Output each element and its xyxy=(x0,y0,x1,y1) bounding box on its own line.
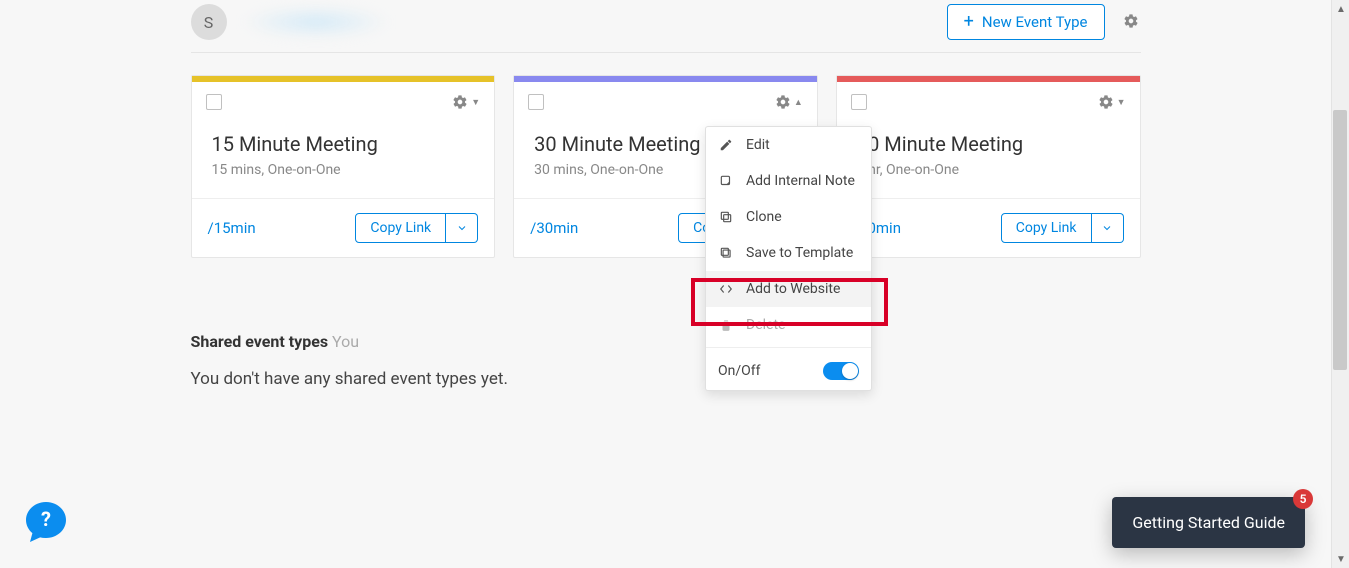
dropdown-delete: Delete xyxy=(706,307,871,343)
chevron-down-icon xyxy=(1101,222,1113,234)
copy-link-dropdown[interactable] xyxy=(1092,213,1124,243)
onoff-toggle[interactable] xyxy=(823,362,859,380)
toggle-knob xyxy=(842,363,858,379)
header-gear-icon[interactable] xyxy=(1123,13,1141,31)
plus-icon: + xyxy=(964,13,974,31)
header: S + New Event Type xyxy=(191,0,1141,53)
guide-label: Getting Started Guide xyxy=(1132,513,1285,532)
card-link[interactable]: /30min xyxy=(530,219,578,237)
dropdown-item-label: Edit xyxy=(746,137,770,153)
dropdown-item-label: Add Internal Note xyxy=(746,173,855,189)
new-event-type-label: New Event Type xyxy=(982,13,1088,31)
user-name-redacted xyxy=(241,6,391,38)
card-actions-dropdown: Edit Add Internal Note Clone Save to Tem… xyxy=(705,126,872,391)
card-subtitle: 1 hr, One-on-One xyxy=(857,162,1120,178)
gear-icon xyxy=(1098,94,1114,110)
dropdown-add-note[interactable]: Add Internal Note xyxy=(706,163,871,199)
help-icon: ? xyxy=(22,498,70,546)
scrollbar-thumb[interactable] xyxy=(1333,110,1347,370)
scrollbar-up-arrow[interactable]: ▲ xyxy=(1332,0,1349,18)
card-title: 15 Minute Meeting xyxy=(212,132,475,156)
dropdown-clone[interactable]: Clone xyxy=(706,199,871,235)
card-link[interactable]: /15min xyxy=(208,219,256,237)
shared-event-types-section: Shared event types You You don't have an… xyxy=(191,332,1141,389)
card-subtitle: 15 mins, One-on-One xyxy=(212,162,475,178)
event-card: ▼ 60 Minute Meeting 1 hr, One-on-One /60… xyxy=(836,75,1141,258)
chevron-up-icon: ▲ xyxy=(794,97,803,108)
chevron-down-icon xyxy=(456,222,468,234)
copy-link-dropdown[interactable] xyxy=(446,213,478,243)
dropdown-edit[interactable]: Edit xyxy=(706,127,871,163)
clone-icon xyxy=(718,209,734,225)
avatar[interactable]: S xyxy=(191,4,227,40)
copy-link-button[interactable]: Copy Link xyxy=(355,213,446,243)
dropdown-divider xyxy=(706,347,871,348)
chevron-down-icon: ▼ xyxy=(471,97,480,108)
card-checkbox[interactable] xyxy=(206,94,222,110)
dropdown-item-label: Clone xyxy=(746,209,782,225)
note-icon xyxy=(718,173,734,189)
dropdown-save-template[interactable]: Save to Template xyxy=(706,235,871,271)
card-checkbox[interactable] xyxy=(528,94,544,110)
event-cards-row: ▼ 15 Minute Meeting 15 mins, One-on-One … xyxy=(191,75,1141,258)
shared-empty-message: You don't have any shared event types ye… xyxy=(191,369,1141,389)
dropdown-onoff-row: On/Off xyxy=(706,352,871,390)
help-chat-button[interactable]: ? xyxy=(22,498,70,546)
chevron-down-icon: ▼ xyxy=(1117,97,1126,108)
event-card: ▼ 15 Minute Meeting 15 mins, One-on-One … xyxy=(191,75,496,258)
card-gear-menu[interactable]: ▼ xyxy=(1098,94,1126,110)
gear-icon xyxy=(452,94,468,110)
dropdown-onoff-label: On/Off xyxy=(718,363,761,379)
copy-link-button[interactable]: Copy Link xyxy=(1001,213,1092,243)
guide-badge: 5 xyxy=(1293,489,1313,509)
trash-icon xyxy=(718,317,734,333)
pencil-icon xyxy=(718,137,734,153)
getting-started-guide[interactable]: Getting Started Guide 5 xyxy=(1112,497,1305,548)
dropdown-item-label: Save to Template xyxy=(746,245,853,261)
save-template-icon xyxy=(718,245,734,261)
shared-heading-bold: Shared event types xyxy=(191,332,329,351)
card-gear-menu[interactable]: ▲ xyxy=(775,94,803,110)
code-icon xyxy=(718,281,734,297)
dropdown-item-label: Delete xyxy=(746,317,785,333)
dropdown-item-label: Add to Website xyxy=(746,281,840,297)
scrollbar[interactable]: ▲ ▼ xyxy=(1331,0,1349,568)
card-checkbox[interactable] xyxy=(851,94,867,110)
card-gear-menu[interactable]: ▼ xyxy=(452,94,480,110)
svg-text:?: ? xyxy=(41,507,51,531)
shared-heading-you: You xyxy=(332,332,359,351)
shared-heading: Shared event types You xyxy=(191,332,1141,351)
gear-icon xyxy=(775,94,791,110)
card-title: 60 Minute Meeting xyxy=(857,132,1120,156)
dropdown-add-website[interactable]: Add to Website xyxy=(706,271,871,307)
new-event-type-button[interactable]: + New Event Type xyxy=(947,4,1105,40)
scrollbar-down-arrow[interactable]: ▼ xyxy=(1332,550,1349,568)
